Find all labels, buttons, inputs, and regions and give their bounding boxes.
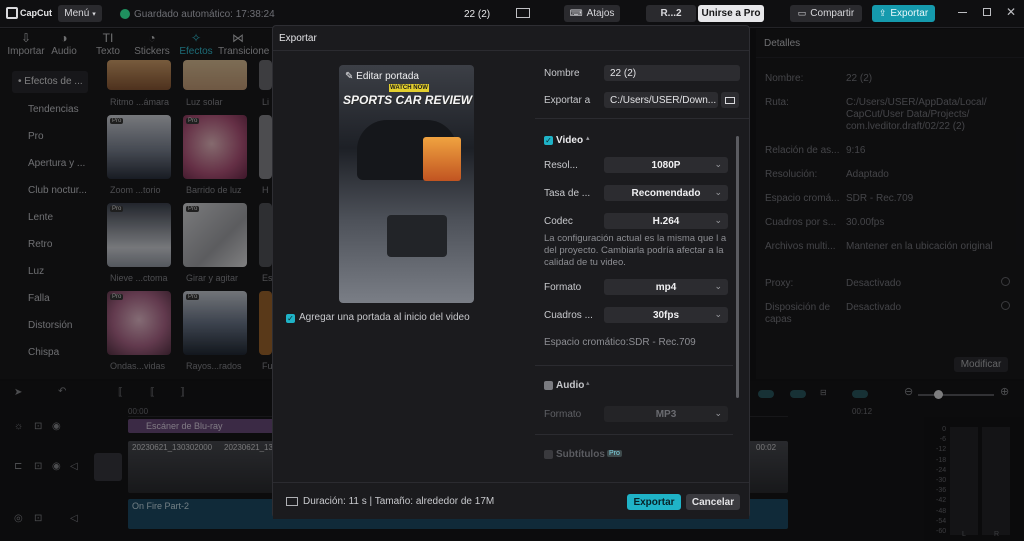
codec-select[interactable]: H.264 ⌄ xyxy=(604,213,728,229)
subtitles-checkbox[interactable] xyxy=(544,450,553,459)
capcut-logo-icon xyxy=(6,7,18,19)
console-shape xyxy=(387,215,447,257)
share-icon: ▭ xyxy=(797,8,807,18)
fps-select[interactable]: 30fps ⌄ xyxy=(604,307,728,323)
subtitles-section-title: Subtítulos xyxy=(556,449,605,460)
profile-label: R...2 xyxy=(660,8,682,19)
chevron-down-icon: ⌄ xyxy=(714,281,722,291)
resolution-select[interactable]: 1080P ⌄ xyxy=(604,157,728,173)
chevron-down-icon: ▾ xyxy=(92,10,96,18)
settings-scrollbar[interactable] xyxy=(736,136,739,398)
cover-preview[interactable]: ✎ Editar portada WATCH NOW SPORTS CAR RE… xyxy=(339,65,474,303)
chevron-down-icon: ⌄ xyxy=(714,408,722,418)
restore-icon[interactable] xyxy=(983,8,991,16)
caret-up-icon[interactable]: ▴ xyxy=(586,134,590,142)
export-path-input[interactable]: C:/Users/USER/Down... xyxy=(604,92,718,108)
share-button[interactable]: ▭ Compartir xyxy=(790,5,862,22)
export-summary: Duración: 11 s | Tamaño: alrededor de 17… xyxy=(303,496,495,507)
shortcuts-label: Atajos xyxy=(586,8,615,19)
settings-notice: La configuración actual es la misma que … xyxy=(544,233,727,268)
pencil-icon: ✎ xyxy=(345,71,354,82)
audio-format-value: MP3 xyxy=(655,408,677,420)
video-section-title: Video xyxy=(556,135,584,146)
export-top-label: Exportar xyxy=(890,8,929,19)
format-value: mp4 xyxy=(655,281,677,293)
resolution-label: Resol... xyxy=(544,160,578,171)
cover-badge: WATCH NOW xyxy=(389,84,429,92)
menu-label: Menú xyxy=(64,8,90,19)
dialog-title: Exportar xyxy=(279,33,317,44)
divider xyxy=(273,50,749,51)
format-select[interactable]: mp4 ⌄ xyxy=(604,279,728,295)
cover-checkbox[interactable]: ✓ xyxy=(286,314,295,323)
chevron-down-icon: ⌄ xyxy=(714,215,722,225)
divider xyxy=(535,434,733,435)
chevron-down-icon: ⌄ xyxy=(714,159,722,169)
bitrate-label: Tasa de ... xyxy=(544,188,591,199)
upload-icon: ⇪ xyxy=(878,8,887,18)
name-label: Nombre xyxy=(544,68,580,79)
audio-format-select[interactable]: MP3 ⌄ xyxy=(604,406,728,422)
fps-value: 30fps xyxy=(652,309,680,321)
codec-value: H.264 xyxy=(652,215,680,227)
audio-format-label: Formato xyxy=(544,409,582,420)
project-title: 22 (2) xyxy=(464,9,491,20)
folder-icon xyxy=(725,96,735,104)
export-top-button[interactable]: ⇪ Exportar xyxy=(872,5,935,22)
screen-shape xyxy=(423,137,461,181)
autosave-check-icon xyxy=(120,9,130,19)
chevron-down-icon: ⌄ xyxy=(714,187,722,197)
layout-icon[interactable] xyxy=(516,8,530,18)
menu-button[interactable]: Menú ▾ xyxy=(58,5,102,22)
cover-headline: SPORTS CAR REVIEW xyxy=(343,93,473,107)
colorspace-info: Espacio cromático:SDR - Rec.709 xyxy=(544,337,696,348)
export-button[interactable]: Exportar xyxy=(627,494,681,510)
bitrate-value: Recomendado xyxy=(631,187,701,199)
divider xyxy=(535,365,733,366)
profile-button[interactable]: R...2 xyxy=(646,5,696,22)
autosave-status: Guardado automático: 17:38:24 xyxy=(134,9,275,20)
keyboard-icon: ⌨ xyxy=(569,8,583,18)
edit-cover-label: Editar portada xyxy=(356,71,419,82)
audio-checkbox[interactable] xyxy=(544,381,553,390)
resolution-value: 1080P xyxy=(651,159,681,171)
export-to-label: Exportar a xyxy=(544,95,591,106)
bitrate-select[interactable]: Recomendado ⌄ xyxy=(604,185,728,201)
fps-label: Cuadros ... xyxy=(544,310,593,321)
close-icon[interactable]: ✕ xyxy=(1006,5,1016,19)
edit-cover-button[interactable]: ✎ Editar portada xyxy=(345,71,419,82)
caret-up-icon[interactable]: ▴ xyxy=(586,379,590,387)
cancel-button[interactable]: Cancelar xyxy=(686,494,740,510)
shortcuts-button[interactable]: ⌨ Atajos xyxy=(564,5,620,22)
chevron-down-icon: ⌄ xyxy=(714,309,722,319)
cover-checkbox-label: Agregar una portada al inicio del video xyxy=(299,312,470,323)
codec-label: Codec xyxy=(544,216,573,227)
browse-folder-button[interactable] xyxy=(721,92,739,108)
format-label: Formato xyxy=(544,282,582,293)
share-label: Compartir xyxy=(810,8,855,19)
app-logo: CapCut xyxy=(20,8,52,18)
export-dialog: Exportar ✎ Editar portada WATCH NOW SPOR… xyxy=(272,25,750,519)
minimize-icon[interactable] xyxy=(958,12,967,13)
top-bar: CapCut Menú ▾ Guardado automático: 17:38:… xyxy=(0,0,1024,28)
audio-section-title: Audio xyxy=(556,380,585,391)
join-pro-button[interactable]: Unirse a Pro xyxy=(698,5,764,22)
film-icon xyxy=(286,497,298,506)
video-checkbox[interactable]: ✓ xyxy=(544,136,553,145)
subtitles-pro-badge: Pro xyxy=(607,450,622,457)
name-input[interactable]: 22 (2) xyxy=(604,65,740,81)
divider xyxy=(535,118,749,119)
